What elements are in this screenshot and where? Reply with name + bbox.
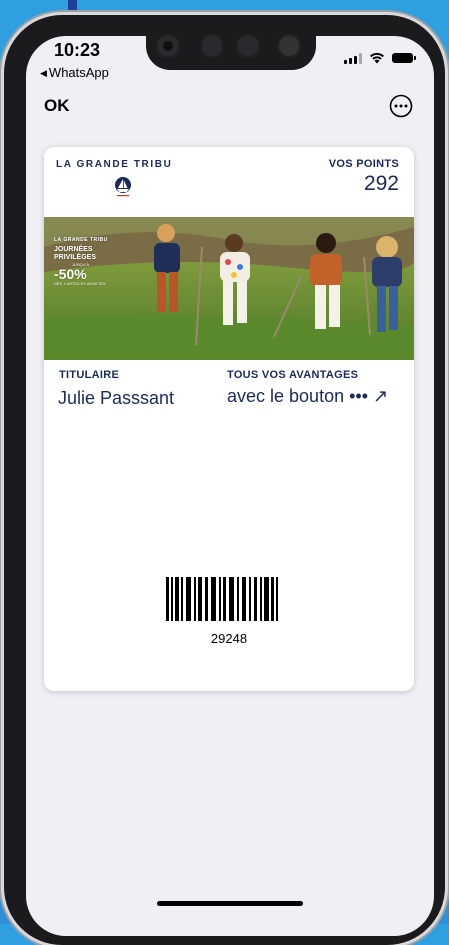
banner-line2: PRIVILÈGES <box>54 254 97 261</box>
brand-logo: LA GRANDE TRIBU <box>56 159 196 197</box>
banner-line1: JOURNÉES <box>54 246 93 253</box>
brand-logo-text: LA GRANDE TRIBU <box>56 159 173 170</box>
wallet-pass-card[interactable]: LA GRANDE TRIBU VOS POINTS 292 LA GRANDE… <box>44 147 414 691</box>
benefits-value: avec le bouton ••• ↗ <box>227 386 389 406</box>
background-bar <box>68 0 77 16</box>
wifi-icon <box>370 52 384 64</box>
notch <box>146 22 316 70</box>
banner-brand: LA GRANDE TRIBU <box>54 237 108 243</box>
status-icons <box>344 52 416 64</box>
battery-icon <box>392 53 416 63</box>
holder-value: Julie Passsant <box>58 388 175 408</box>
ok-button[interactable]: OK <box>44 96 70 116</box>
benefits-label: TOUS VOS AVANTAGES <box>227 369 359 381</box>
signal-icon <box>344 52 362 64</box>
barcode-image <box>166 577 278 621</box>
back-to-app-link[interactable]: ◀ WhatsApp <box>40 65 109 80</box>
back-app-label: WhatsApp <box>48 65 109 80</box>
holder-label: TITULAIRE <box>59 369 120 381</box>
barcode-number: 29248 <box>210 631 248 646</box>
sensor-icon <box>277 34 301 58</box>
points-value: 292 <box>363 172 399 195</box>
sensor-icon <box>200 34 224 58</box>
back-triangle-icon: ◀ <box>40 68 47 78</box>
background-mark <box>0 483 3 497</box>
home-indicator[interactable] <box>157 901 303 906</box>
promo-banner-image: LA GRANDE TRIBU JOURNÉES PRIVILÈGES JUSQ… <box>44 217 414 360</box>
ellipsis-circle-icon[interactable] <box>389 94 413 118</box>
promo-banner-text: LA GRANDE TRIBU JOURNÉES PRIVILÈGES JUSQ… <box>54 237 108 286</box>
camera-icon <box>156 34 180 58</box>
boat-logo-icon <box>115 177 131 197</box>
sensor-icon <box>236 34 260 58</box>
banner-footnote: DÈS 3 ARTICLES ACHETÉS <box>54 281 106 286</box>
status-time: 10:23 <box>54 40 101 60</box>
points-label: VOS POINTS <box>328 158 399 170</box>
banner-discount: -50% <box>54 266 87 282</box>
